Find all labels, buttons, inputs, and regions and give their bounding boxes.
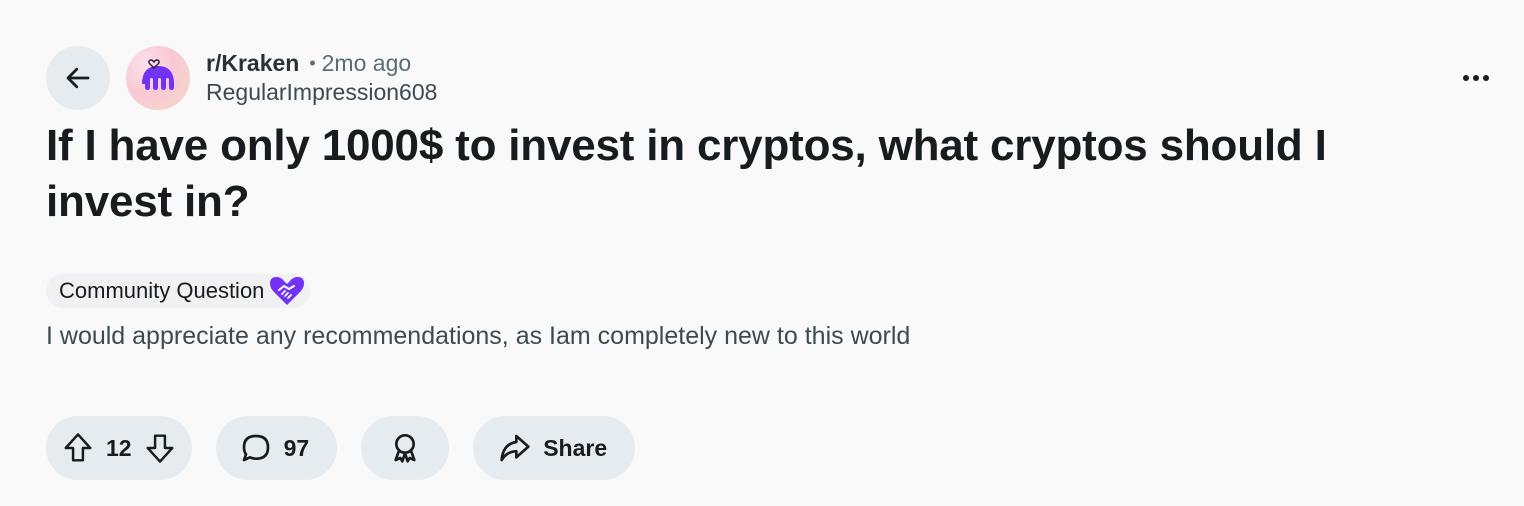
award-icon xyxy=(389,432,421,464)
post-timestamp: 2mo ago xyxy=(321,50,412,76)
comments-button[interactable]: 97 xyxy=(215,416,338,480)
comment-count: 97 xyxy=(283,434,310,461)
post-title: If I have only 1000$ to invest in crypto… xyxy=(46,121,1327,226)
arrow-left-icon xyxy=(63,63,93,93)
back-button[interactable] xyxy=(46,46,110,110)
kraken-logo-icon xyxy=(136,56,180,100)
post-meta: r/Kraken • 2mo ago RegularImpression608 xyxy=(206,50,437,106)
arrow-up-icon xyxy=(64,433,92,462)
author-link[interactable]: RegularImpression608 xyxy=(206,79,437,106)
post-meta-top: r/Kraken • 2mo ago xyxy=(206,50,437,77)
speech-bubble-icon xyxy=(240,432,272,464)
share-button[interactable]: Share xyxy=(473,416,636,480)
more-horizontal-icon xyxy=(1462,74,1490,82)
post-body: I would appreciate any recommendations, … xyxy=(46,322,911,350)
vote-count: 12 xyxy=(106,434,132,461)
flair-label: Community Question xyxy=(59,278,265,303)
post-header: r/Kraken • 2mo ago RegularImpression608 xyxy=(46,46,437,110)
post-flair[interactable]: Community Question xyxy=(46,274,311,308)
vote-control: 12 xyxy=(46,416,192,480)
downvote-button[interactable] xyxy=(142,430,178,466)
subreddit-avatar[interactable] xyxy=(126,46,190,110)
arrow-down-icon xyxy=(146,434,174,463)
post-action-bar: 12 97 Share xyxy=(46,416,636,480)
meta-separator: • xyxy=(309,53,316,73)
post-detail-page: r/Kraken • 2mo ago RegularImpression608 … xyxy=(0,0,1524,506)
share-label: Share xyxy=(543,434,608,461)
upvote-button[interactable] xyxy=(60,430,96,466)
award-button[interactable] xyxy=(361,416,450,480)
share-arrow-icon xyxy=(499,433,531,463)
handshake-heart-icon xyxy=(270,275,305,307)
overflow-menu-button[interactable] xyxy=(1458,60,1494,96)
subreddit-link[interactable]: r/Kraken xyxy=(206,50,299,77)
